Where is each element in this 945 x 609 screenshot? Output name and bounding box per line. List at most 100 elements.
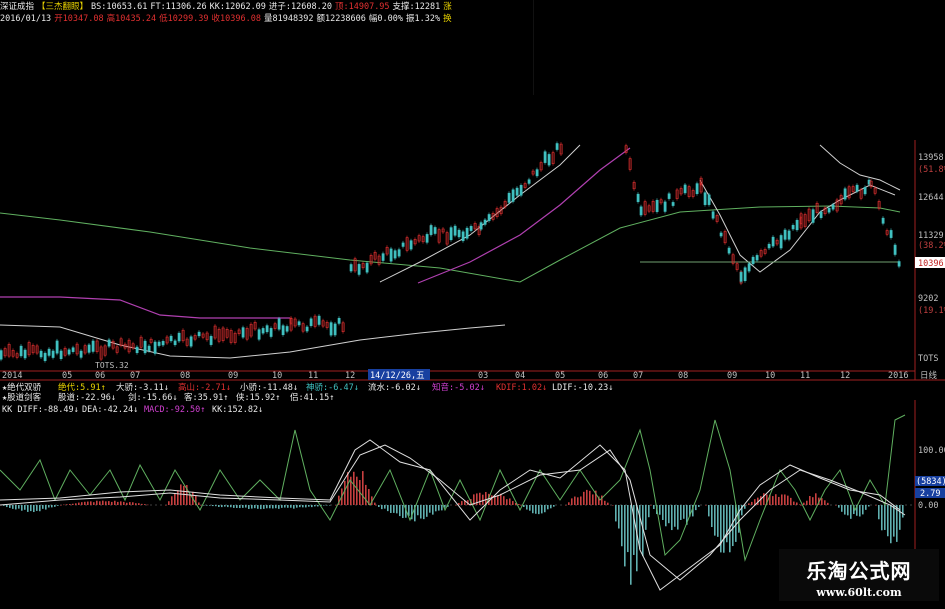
macd-bar [835,505,837,506]
macd-bar [639,505,641,550]
candle-body [711,211,715,219]
macd-bar [544,505,546,513]
macd-bar [293,505,295,509]
candle-body [19,345,23,357]
period-label[interactable]: 日线 [920,370,938,381]
ind-value: 小骄:-11.48↓ [240,382,298,393]
macd-bar [565,505,567,506]
candle-body [469,226,473,231]
macd-bar [147,504,149,506]
macd-bar [787,495,789,505]
macd-bar [438,505,440,511]
ind-value: 知音:-5.02↓ [432,382,485,393]
indicator-row-2: ★股道剑客 股道:-22.96↓ 剑:-15.66↓ 客:35.91↑ 侠:15… [2,392,334,403]
macd-bar [299,505,301,508]
macd-bar [24,505,26,510]
macd-bar [233,505,235,508]
macd-bar [198,502,200,505]
macd-bar [266,505,268,509]
macd-bar [399,505,401,517]
candle-body [329,322,333,336]
chart-canvas[interactable]: 13958 (51.8%) 12644 11329 (38.2%) 10396 … [0,0,945,609]
ind-value: 流水:-6.02↓ [368,382,421,393]
date-tick: 06 [95,371,105,381]
macd-bar [344,480,346,505]
macd-bar [841,505,843,512]
candle-body [787,230,791,240]
macd-bar [772,496,774,505]
ind-title-1[interactable]: ★绝代双骄 [2,382,42,393]
ind-value: 客:35.91↑ [184,392,228,403]
ind-value: 剑:-15.66↓ [128,392,177,403]
macd-bar [290,505,292,508]
candle-body [381,253,385,261]
date-tick: 09 [228,371,238,381]
price-tick: 12644 [918,193,944,203]
candle-body [671,202,675,206]
candle-body [425,234,429,243]
macd-bar [236,505,238,508]
macd-bar [423,505,425,520]
macd-bar [132,502,134,505]
candle-body [389,248,393,262]
macd-bar [589,490,591,505]
candle-body [0,350,3,360]
price-tick: 11329 [918,231,944,241]
macd-bar [54,505,56,507]
date-tick: 2014 [2,371,22,381]
macd-bar [518,504,520,505]
macd-bar [621,505,623,547]
macd-bar [230,505,232,508]
macd-bar [509,498,511,505]
macd-bar [206,505,208,506]
macd-bar [6,505,8,508]
macd-bar [27,505,29,512]
macd-bar [323,505,325,506]
macd-bar [711,505,713,528]
macd-bar [42,505,44,509]
price-tick: 13958 [918,153,944,163]
candle-body [843,188,847,200]
macd-bar [117,501,119,505]
candle-body [636,193,640,202]
macd-bar [824,500,826,505]
candle-body [889,230,893,238]
macd-bar [362,471,364,505]
macd-bar [668,505,670,524]
macd-bar [200,505,202,506]
watermark-name: 乐淘公式网 [806,559,912,583]
candle-body [547,154,551,166]
candle-body [811,209,815,223]
macd-bar [751,501,753,505]
macd-bar [532,505,534,514]
candle-body [357,264,361,275]
macd-bar [698,505,700,507]
ind-title-2[interactable]: ★股道剑客 [2,392,42,403]
candle-body [317,315,321,325]
candle-body [277,318,281,330]
macd-bar [506,499,508,505]
watermark-url[interactable]: www.60lt.com [779,586,939,599]
macd-bar [384,505,386,509]
macd-bar [775,494,777,505]
macd-bar [123,501,125,505]
macd-bar [574,496,576,505]
candle-body [511,189,515,202]
macd-bar [284,505,286,508]
macd-bar [893,505,895,537]
macd-value: MACD:-92.50↑ [144,405,205,415]
indicator-row-3: KK DIFF:-88.49↓ DEA:-42.24↓ MACD:-92.50↑… [2,405,263,415]
macd-bar [57,505,59,506]
macd-bar [314,505,316,507]
candle-body [365,262,369,273]
macd-bar [648,505,650,518]
date-tick: 10 [272,371,282,381]
candle-body [479,222,483,230]
candle-body [55,340,59,354]
candle-body [261,328,265,334]
macd-bar [717,505,719,537]
macd-bar [296,505,298,508]
date-tick: 05 [62,371,72,381]
candle-body [639,206,643,216]
candle-body [555,143,559,150]
